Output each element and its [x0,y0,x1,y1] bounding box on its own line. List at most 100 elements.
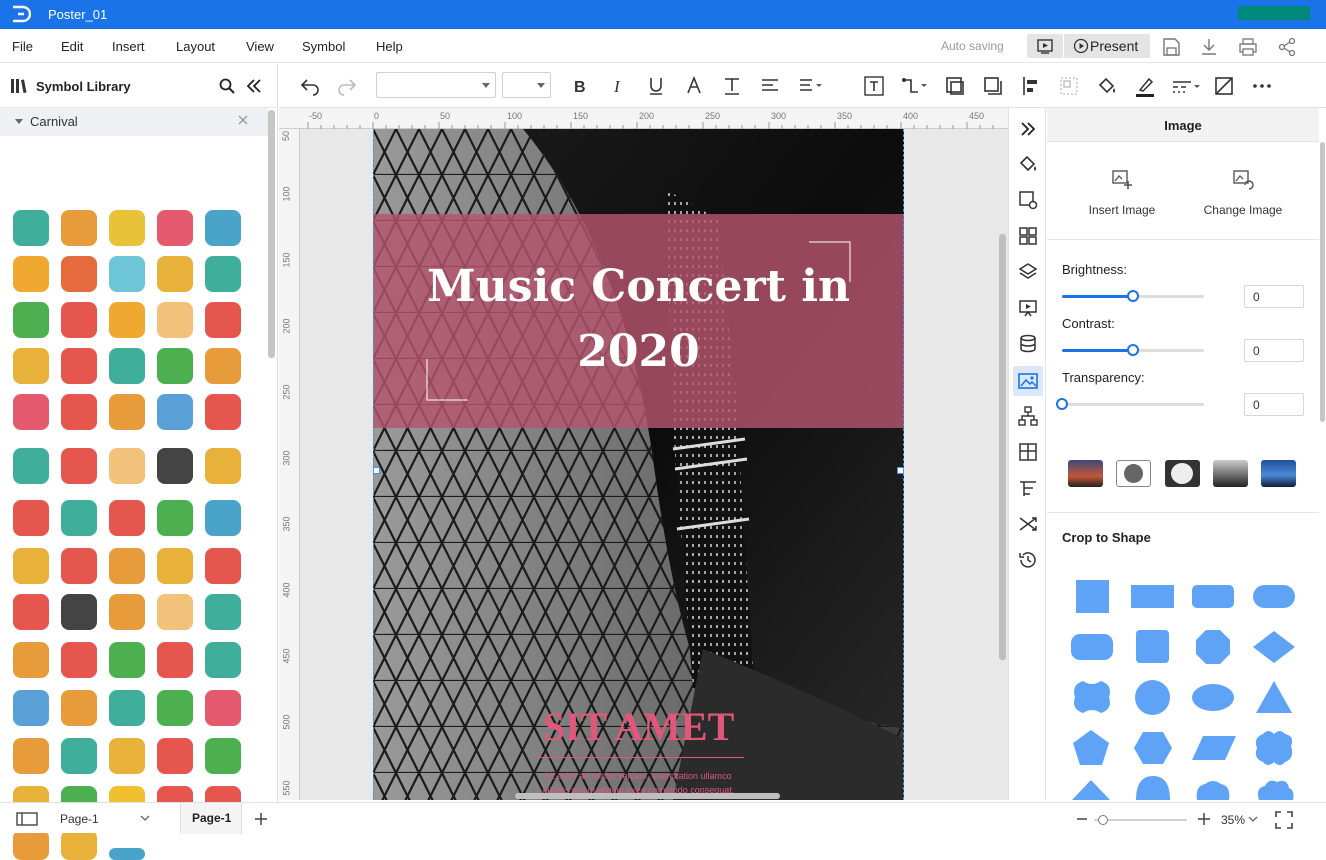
brightness-slider[interactable] [1062,290,1204,302]
symbol-cocktail[interactable] [13,256,49,292]
resize-handle-right[interactable] [897,467,904,474]
symbol-elephant[interactable] [13,690,49,726]
crop-shape-pentagon[interactable] [1073,730,1109,765]
symbol-sparkler[interactable] [109,348,145,384]
crop-shape-rounded-square[interactable] [1136,630,1169,663]
symbol-clown[interactable] [157,302,193,338]
symbol-mask[interactable] [13,210,49,246]
transparency-slider[interactable] [1056,398,1204,410]
symbol-parrot[interactable] [109,642,145,678]
menu-symbol[interactable]: Symbol [302,39,345,54]
symbol-samba-dancer[interactable] [13,738,49,774]
crop-shape-ellipse[interactable] [1192,684,1234,711]
symbol-party-hat[interactable] [109,302,145,338]
symbol-carousel[interactable] [205,448,241,484]
document-title[interactable]: Poster_01 [48,7,107,22]
symbol-merry-go-round[interactable] [157,642,193,678]
page-select[interactable]: Page-1 [52,809,156,829]
symbol-balloons[interactable] [205,348,241,384]
crop-shape-bell[interactable] [1136,776,1170,800]
contrast-slider[interactable] [1062,344,1204,356]
italic-icon[interactable]: I [607,75,629,97]
symbol-disguise[interactable] [157,594,193,630]
crop-shape-circle[interactable] [1135,680,1170,715]
align-left-objects-icon[interactable] [1020,75,1042,97]
panel-scrollbar[interactable] [1319,142,1326,800]
layout-icon[interactable] [1017,441,1039,463]
line-spacing-icon[interactable] [797,75,825,97]
image-preset-original[interactable] [1068,460,1103,487]
fill-icon[interactable] [1017,153,1039,175]
symbol-trophy[interactable] [61,830,97,860]
share-icon[interactable] [1276,36,1298,58]
symbol-confetti[interactable] [109,210,145,246]
zoom-out-icon[interactable] [1075,813,1089,825]
poster-title-line2[interactable]: 2020 [373,326,904,377]
crop-shape-rounded-rect[interactable] [1192,585,1234,608]
history-icon[interactable] [1017,549,1039,571]
library-scrollbar[interactable] [268,110,275,358]
zoom-in-icon[interactable] [1197,812,1211,826]
symbol-kiosk[interactable] [61,500,97,536]
symbol-feather-mask[interactable] [109,548,145,584]
chevron-down-icon[interactable] [1248,816,1258,823]
image-preset-vignette[interactable] [1165,460,1200,487]
page-tab-active[interactable]: Page-1 [180,803,242,834]
insert-image-button[interactable]: Insert Image [1077,164,1167,224]
category-header-carnival[interactable]: Carnival [0,108,268,136]
symbol-firework-cone[interactable] [13,348,49,384]
poster-body-line1[interactable]: Ut enim ad minim veniam, exercitation ul… [373,771,904,781]
connector-icon[interactable] [901,75,929,97]
brightness-input[interactable] [1244,285,1304,308]
text-box-icon[interactable] [863,75,885,97]
symbol-bongo[interactable] [109,594,145,630]
symbol-eye-mask[interactable] [205,500,241,536]
no-style-icon[interactable] [1213,75,1235,97]
underline-icon[interactable] [645,75,667,97]
zoom-slider[interactable] [1094,815,1187,825]
symbol-lollipop[interactable] [13,394,49,430]
crop-shape-rectangle[interactable] [1131,585,1174,608]
crop-shape-pill[interactable] [1253,585,1295,608]
crop-shape-wave-circle[interactable] [1195,780,1231,800]
crop-shape-hexagon[interactable] [1134,732,1172,764]
symbol-performer[interactable] [205,690,241,726]
collapse-panel-icon[interactable] [246,78,262,94]
download-icon[interactable] [1198,36,1220,58]
contrast-input[interactable] [1244,339,1304,362]
symbol-maracas[interactable] [61,256,97,292]
fill-bucket-icon[interactable] [1096,75,1118,97]
image-preset-grayscale[interactable] [1213,460,1248,487]
symbol-birds[interactable] [109,394,145,430]
shape-settings-icon[interactable] [1017,189,1039,211]
crop-shape-octagon[interactable] [1196,630,1230,664]
symbol-garland[interactable] [109,848,145,860]
bring-front-icon[interactable] [944,75,966,97]
crop-shape-flower[interactable] [1071,679,1113,715]
symbol-dancer[interactable] [109,690,145,726]
crop-shape-diamond[interactable] [1253,631,1295,663]
crop-shape-parallelogram[interactable] [1192,736,1236,760]
expand-panel-icon[interactable] [1017,118,1039,140]
symbol-food-cart[interactable] [205,394,241,430]
more-icon[interactable] [1251,75,1273,97]
text-style-icon[interactable] [721,75,743,97]
presentation-mode-button[interactable] [1027,34,1063,58]
symbol-ice-cream[interactable] [109,256,145,292]
symbol-acrobat[interactable] [13,830,49,860]
symbol-maraca-pair[interactable] [61,348,97,384]
org-chart-icon[interactable] [1017,405,1039,427]
presentation-icon[interactable] [1017,297,1039,319]
crop-shape-arrow-up[interactable] [1072,780,1110,800]
send-back-icon[interactable] [982,75,1004,97]
poster-title-line1[interactable]: Music Concert in [373,261,904,312]
symbol-flip-flops[interactable] [205,256,241,292]
image-preset-blue[interactable] [1261,460,1296,487]
symbol-stall[interactable] [157,738,193,774]
image-panel-tab-active[interactable] [1013,366,1043,396]
font-family-select[interactable] [376,72,496,98]
print-icon[interactable] [1237,36,1259,58]
symbol-firework[interactable] [61,394,97,430]
bold-icon[interactable]: B [569,75,591,97]
transparency-slider-knob[interactable] [1056,398,1068,410]
